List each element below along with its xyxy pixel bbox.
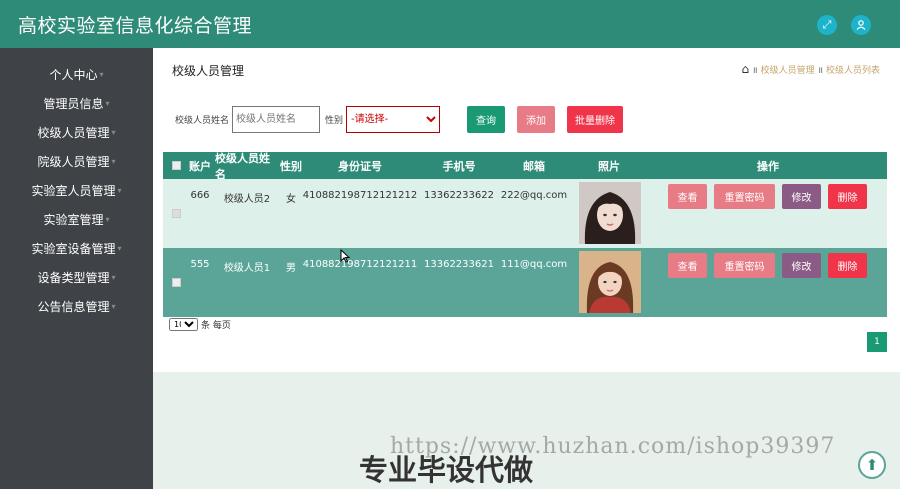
col-gender[interactable]: 性别 (278, 152, 304, 179)
sidebar-item-college-staff[interactable]: 院级人员管理 ▾ (0, 147, 153, 176)
sidebar-item-label: 设备类型管理 (37, 271, 110, 285)
select-all-checkbox[interactable] (170, 152, 182, 179)
sidebar-item-lab[interactable]: 实验室管理 ▾ (0, 205, 153, 234)
chevron-down-icon: ▾ (111, 157, 116, 166)
sidebar-item-lab-equipment[interactable]: 实验室设备管理 ▾ (0, 234, 153, 263)
col-id-number[interactable]: 身份证号 (305, 152, 415, 179)
col-operations: 操作 (757, 159, 779, 173)
sidebar-item-label: 公告信息管理 (37, 300, 110, 314)
chevron-down-icon: ▾ (117, 186, 122, 195)
name-label: 校级人员姓名 (175, 116, 230, 126)
table-row: 555 校级人员1 男 410882198712121211 133622336… (163, 248, 887, 317)
cell-name: 校级人员1 (223, 263, 271, 274)
edit-button[interactable]: 修改 (782, 184, 821, 209)
app-title: 高校实验室信息化综合管理 (18, 14, 253, 37)
home-icon[interactable]: ⌂ (742, 62, 750, 76)
view-button[interactable]: 查看 (668, 253, 707, 278)
gender-label: 性别 (325, 116, 344, 126)
col-account[interactable]: 账户 (185, 152, 215, 179)
mouse-cursor-icon (340, 249, 350, 263)
sidebar-item-label: 个人中心 (49, 68, 98, 82)
sidebar-item-label: 实验室管理 (43, 213, 104, 227)
reset-password-button[interactable]: 重置密码 (714, 184, 775, 209)
cell-gender: 女 (286, 194, 296, 205)
edit-button[interactable]: 修改 (782, 253, 821, 278)
fullscreen-icon[interactable]: ⤢ (817, 15, 837, 35)
photo-image (579, 251, 641, 313)
photo-thumbnail[interactable] (578, 248, 642, 317)
sidebar-item-label: 院级人员管理 (37, 155, 110, 169)
sidebar-item-label: 实验室人员管理 (31, 184, 116, 198)
chevron-down-icon: ▾ (111, 273, 116, 282)
chevron-down-icon: ▾ (105, 99, 110, 108)
row-checkbox[interactable] (170, 179, 182, 248)
chevron-down-icon: ▾ (117, 244, 122, 253)
cell-phone: 13362233621 (424, 259, 494, 270)
col-photo: 照片 (598, 159, 620, 173)
row-actions: 查看 重置密码 修改 删除 (668, 253, 867, 278)
cell-phone: 13362233622 (424, 190, 494, 201)
chevron-down-icon: ▾ (111, 128, 116, 137)
watermark-text: 专业毕设代做 (359, 453, 534, 487)
cell-gender: 男 (286, 263, 296, 274)
sidebar-item-admin-info[interactable]: 管理员信息 ▾ (0, 89, 153, 118)
row-actions: 查看 重置密码 修改 删除 (668, 184, 867, 209)
gender-select[interactable]: -请选择- (346, 106, 441, 133)
chevron-down-icon: ▾ (99, 70, 104, 79)
per-page-label: 条 每页 (201, 321, 231, 331)
breadcrumb-item[interactable]: 校级人员管理 (761, 63, 815, 76)
app-header: 高校实验室信息化综合管理 ⤢ (0, 0, 900, 48)
cell-account: 555 (190, 259, 210, 270)
sidebar-item-label: 实验室设备管理 (31, 242, 116, 256)
row-checkbox[interactable] (170, 248, 182, 317)
cell-email: 111@qq.com (500, 259, 568, 270)
back-to-top-button[interactable]: ⬆ (858, 451, 886, 479)
delete-button[interactable]: 删除 (828, 253, 867, 278)
sidebar-item-lab-staff[interactable]: 实验室人员管理 ▾ (0, 176, 153, 205)
page-size-select[interactable]: 10 (169, 318, 198, 331)
add-button[interactable]: 添加 (517, 106, 556, 133)
sidebar-item-label: 校级人员管理 (37, 126, 110, 140)
user-icon[interactable] (851, 15, 871, 35)
search-bar: 校级人员姓名 性别 -请选择- 查询 添加 批量删除 (175, 106, 624, 133)
sidebar-item-equipment-type[interactable]: 设备类型管理 ▾ (0, 263, 153, 292)
col-phone[interactable]: 手机号 (419, 152, 499, 179)
cell-account: 666 (190, 190, 210, 201)
view-button[interactable]: 查看 (668, 184, 707, 209)
breadcrumb-item: 校级人员列表 (825, 65, 880, 76)
reset-password-button[interactable]: 重置密码 (714, 253, 775, 278)
cell-email: 222@qq.com (500, 190, 568, 201)
photo-thumbnail[interactable] (578, 179, 642, 248)
sidebar-item-school-staff[interactable]: 校级人员管理 ▾ (0, 118, 153, 147)
query-button[interactable]: 查询 (467, 106, 506, 133)
chevron-down-icon: ▾ (111, 302, 116, 311)
cell-name: 校级人员2 (223, 194, 271, 205)
arrow-up-icon: ⬆ (865, 456, 879, 474)
sidebar: 个人中心 ▾ 管理员信息 ▾ 校级人员管理 ▾ 院级人员管理 ▾ 实验室人员管理 ▾ 实验… (0, 48, 153, 489)
data-table: 账户 校级人员姓名 性别 身份证号 手机号 邮箱 照片 操作 666 校级人员2… (163, 152, 887, 317)
delete-button[interactable]: 删除 (828, 184, 867, 209)
sidebar-item-label: 管理员信息 (43, 97, 104, 111)
page-title: 校级人员管理 (172, 64, 245, 78)
sidebar-item-personal-center[interactable]: 个人中心 ▾ (0, 60, 153, 89)
page-number-button[interactable]: 1 (867, 332, 887, 352)
name-search-input[interactable] (232, 106, 321, 133)
col-name[interactable]: 校级人员姓名 (215, 152, 279, 181)
cell-id-number: 410882198712121211 (302, 259, 418, 270)
cell-id-number: 410882198712121212 (302, 190, 418, 201)
breadcrumb-separator: ॥ (752, 65, 758, 76)
photo-image (579, 182, 641, 244)
main-content: 校级人员管理 ⌂ ॥ 校级人员管理 ॥ 校级人员列表 校级人员姓名 性别 -请选… (153, 48, 900, 372)
batch-delete-button[interactable]: 批量删除 (567, 106, 624, 133)
breadcrumb: ⌂ ॥ 校级人员管理 ॥ 校级人员列表 (742, 62, 880, 76)
sidebar-item-notice[interactable]: 公告信息管理 ▾ (0, 292, 153, 321)
breadcrumb-separator: ॥ (817, 65, 823, 76)
table-header: 账户 校级人员姓名 性别 身份证号 手机号 邮箱 照片 操作 (163, 152, 887, 181)
chevron-down-icon: ▾ (105, 215, 110, 224)
page-size-control: 10 条 每页 (169, 318, 231, 331)
col-email[interactable]: 邮箱 (499, 152, 569, 179)
table-row: 666 校级人员2 女 410882198712121212 133622336… (163, 179, 887, 248)
